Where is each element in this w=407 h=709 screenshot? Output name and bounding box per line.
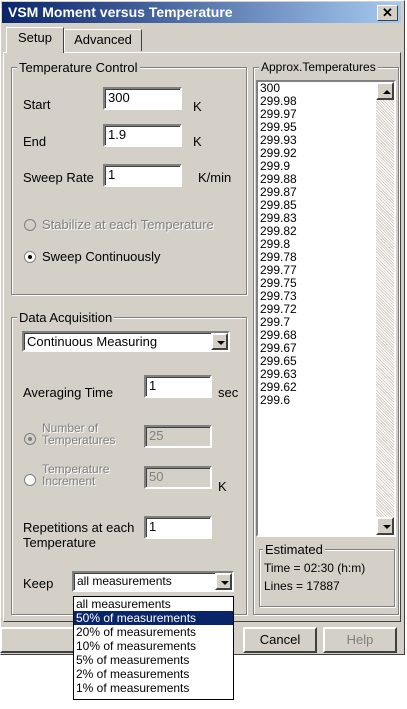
title-bar: VSM Moment versus Temperature ✕ [2,2,401,23]
tab-advanced[interactable]: Advanced [64,29,142,51]
ok-button[interactable] [0,627,76,653]
stabilize-label: Stabilize at each Temperature [42,217,214,232]
sweep-continuously-radio[interactable] [24,251,36,263]
end-unit: K [193,134,202,149]
sweep-continuously-label[interactable]: Sweep Continuously [42,249,161,264]
data-acquisition-legend: Data Acquisition [17,310,115,325]
keep-option[interactable]: 1% of measurements [74,681,233,695]
keep-option[interactable]: 10% of measurements [74,639,233,653]
sweep-rate-input[interactable]: 1 [103,164,182,187]
temperatures-scrollbar[interactable] [376,82,394,535]
temperature-increment-label-2: Increment [42,474,96,488]
temperature-list-item[interactable]: 299.6 [258,394,376,407]
keep-option[interactable]: all measurements [74,597,233,611]
keep-dropdown-button[interactable] [215,573,232,590]
estimated-group [259,549,395,607]
end-input[interactable]: 1.9 [103,124,182,147]
help-button[interactable]: Help [323,627,397,653]
close-icon: ✕ [382,5,393,20]
keep-select[interactable]: all measurements [72,571,234,592]
sweep-rate-label: Sweep Rate [23,170,94,185]
start-input[interactable]: 300 [103,87,182,110]
acquisition-mode-value: Continuous Measuring [27,334,158,349]
scroll-down-button[interactable] [376,517,394,535]
number-of-temperatures-input: 25 [144,425,212,448]
averaging-time-unit: sec [218,385,239,400]
acquisition-mode-select[interactable]: Continuous Measuring [22,331,230,352]
end-label: End [23,134,47,149]
chevron-down-icon [221,581,229,585]
temperature-increment-unit: K [218,479,227,494]
tab-setup[interactable]: Setup [6,27,64,53]
close-button[interactable]: ✕ [377,5,398,21]
keep-option[interactable]: 2% of measurements [74,667,233,681]
temperatures-list-items: 300 299.98 299.97 299.95 299.93 299.92 299.9 29… [258,82,376,535]
number-of-temperatures-radio [24,433,36,445]
keep-select-value: all measurements [77,574,172,588]
repetitions-label-1: Repetitions at each [23,520,135,535]
estimated-legend: Estimated [263,542,325,557]
keep-option[interactable]: 50% of measurements [74,611,233,625]
scroll-up-button[interactable] [376,82,394,100]
temperature-increment-radio[interactable] [24,474,36,486]
keep-option[interactable]: 5% of measurements [74,653,233,667]
temperature-control-legend: Temperature Control [17,60,140,75]
averaging-time-input[interactable]: 1 [144,375,212,398]
estimated-lines: Lines = 17887 [264,579,340,593]
start-unit: K [193,99,202,114]
arrow-up-icon [383,90,391,94]
arrow-down-icon [383,525,391,529]
chevron-down-icon [217,341,225,345]
temperatures-list[interactable]: 300 299.98 299.97 299.95 299.93 299.92 299.9 29… [256,80,396,537]
repetitions-input[interactable]: 1 [144,516,212,539]
estimated-time: Time = 02:30 (h:m) [264,561,366,575]
acquisition-mode-dropdown-button[interactable] [211,333,228,350]
start-label: Start [23,97,51,112]
keep-dropdown-list[interactable]: all measurements 50% of measurements 20% o… [73,596,234,700]
number-of-temperatures-label-2: Temperatures [42,433,116,447]
stabilize-radio [24,219,36,231]
approx-temperatures-legend: Approx.Temperatures [259,60,378,74]
window-title: VSM Moment versus Temperature [8,4,233,20]
keep-option[interactable]: 20% of measurements [74,625,233,639]
cancel-button[interactable]: Cancel [243,627,317,653]
temperature-increment-input: 50 [144,466,212,489]
keep-label: Keep [23,576,54,591]
sweep-rate-unit: K/min [198,170,232,185]
averaging-time-label: Averaging Time [23,385,114,400]
repetitions-label-2: Temperature [23,535,96,550]
